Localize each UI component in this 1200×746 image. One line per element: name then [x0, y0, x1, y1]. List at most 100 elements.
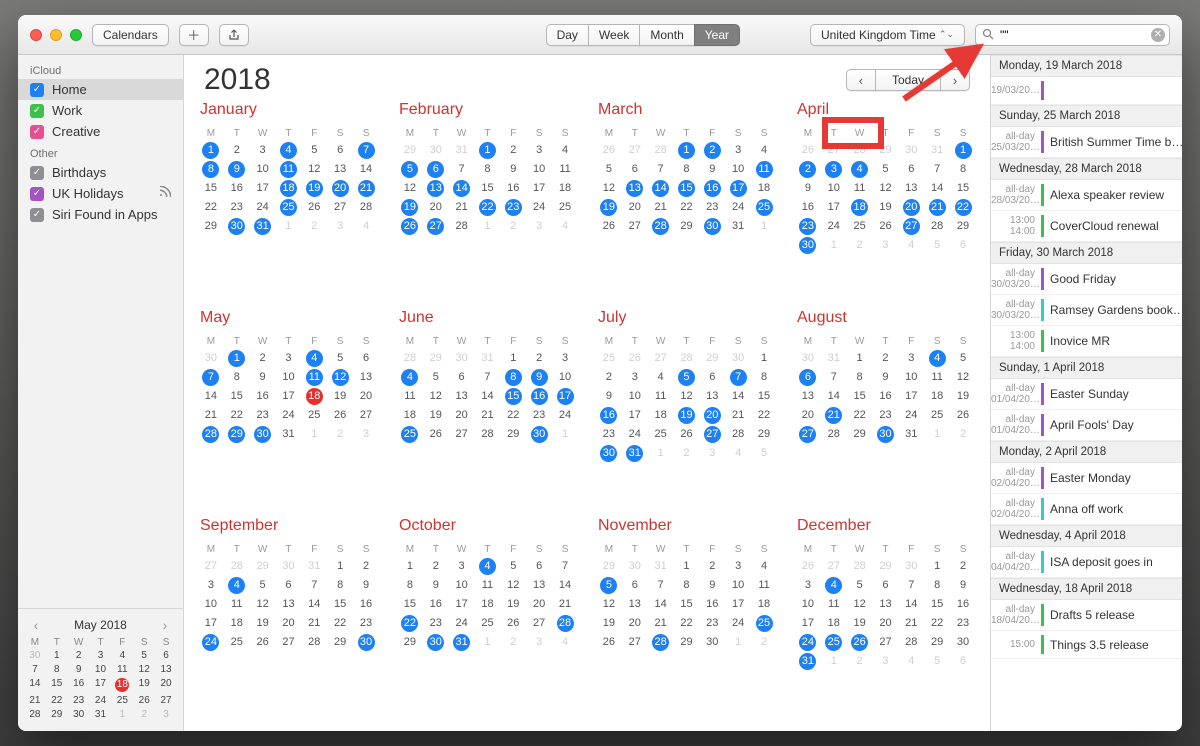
day-cell[interactable]: 9 — [699, 160, 725, 179]
day-cell[interactable]: 26 — [327, 406, 353, 425]
mini-day[interactable]: 15 — [46, 677, 68, 693]
day-cell[interactable]: 7 — [301, 576, 327, 595]
mini-day[interactable]: 19 — [133, 677, 155, 693]
day-cell[interactable]: 22 — [224, 406, 250, 425]
day-cell[interactable]: 27 — [795, 425, 821, 444]
day-cell[interactable]: 1 — [500, 349, 526, 368]
day-cell[interactable]: 14 — [725, 387, 751, 406]
day-cell[interactable]: 23 — [596, 425, 622, 444]
day-cell[interactable]: 10 — [276, 368, 302, 387]
mini-day[interactable]: 20 — [155, 677, 177, 693]
day-cell[interactable]: 24 — [552, 406, 578, 425]
day-cell[interactable]: 1 — [198, 141, 224, 160]
day-cell[interactable]: 5 — [301, 141, 327, 160]
day-cell[interactable]: 31 — [250, 217, 276, 236]
day-cell[interactable]: 3 — [898, 349, 924, 368]
day-cell[interactable]: 17 — [552, 387, 578, 406]
day-cell[interactable]: 3 — [449, 557, 475, 576]
day-cell[interactable]: 18 — [847, 198, 873, 217]
day-cell[interactable]: 28 — [924, 217, 950, 236]
day-cell[interactable]: 19 — [950, 387, 976, 406]
day-cell[interactable]: 12 — [674, 387, 700, 406]
day-cell[interactable]: 2 — [526, 349, 552, 368]
day-cell[interactable]: 10 — [821, 179, 847, 198]
day-cell[interactable]: 22 — [198, 198, 224, 217]
result-item[interactable]: 13:0014:00CoverCloud renewal — [991, 211, 1182, 242]
day-cell[interactable]: 2 — [950, 557, 976, 576]
day-cell[interactable]: 3 — [821, 160, 847, 179]
day-cell[interactable]: 25 — [924, 406, 950, 425]
day-cell[interactable]: 28 — [648, 633, 674, 652]
close-button[interactable] — [30, 29, 42, 41]
day-cell[interactable]: 14 — [552, 576, 578, 595]
day-cell[interactable]: 31 — [898, 425, 924, 444]
day-cell[interactable]: 19 — [500, 595, 526, 614]
day-cell[interactable]: 24 — [898, 406, 924, 425]
mini-day[interactable]: 12 — [133, 663, 155, 676]
mini-day[interactable]: 30 — [68, 708, 90, 721]
day-cell[interactable]: 14 — [198, 387, 224, 406]
day-cell[interactable]: 20 — [622, 198, 648, 217]
timezone-dropdown[interactable]: United Kingdom Time⌃⌄ — [810, 24, 965, 46]
mini-day[interactable]: 13 — [155, 663, 177, 676]
day-cell[interactable]: 24 — [198, 633, 224, 652]
day-cell[interactable]: 2 — [699, 557, 725, 576]
day-cell[interactable]: 8 — [751, 368, 777, 387]
day-cell[interactable]: 11 — [751, 576, 777, 595]
day-cell[interactable]: 6 — [622, 576, 648, 595]
day-cell[interactable]: 9 — [873, 368, 899, 387]
day-cell[interactable]: 6 — [353, 349, 379, 368]
day-cell[interactable]: 23 — [873, 406, 899, 425]
mini-day[interactable]: 5 — [133, 649, 155, 662]
day-cell[interactable]: 29 — [198, 217, 224, 236]
day-cell[interactable]: 7 — [648, 160, 674, 179]
day-cell[interactable]: 30 — [795, 236, 821, 255]
day-cell[interactable]: 14 — [648, 179, 674, 198]
day-cell[interactable]: 19 — [674, 406, 700, 425]
day-cell[interactable]: 9 — [699, 576, 725, 595]
day-cell[interactable]: 17 — [821, 198, 847, 217]
day-cell[interactable]: 29 — [751, 425, 777, 444]
day-cell[interactable]: 13 — [449, 387, 475, 406]
next-year-button[interactable]: › — [940, 69, 970, 91]
day-cell[interactable]: 23 — [423, 614, 449, 633]
mini-day[interactable]: 23 — [68, 694, 90, 707]
result-item[interactable]: all-day01/04/20…April Fools' Day — [991, 410, 1182, 441]
day-cell[interactable]: 4 — [751, 557, 777, 576]
day-cell[interactable]: 13 — [276, 595, 302, 614]
day-cell[interactable]: 19 — [397, 198, 423, 217]
day-cell[interactable]: 21 — [198, 406, 224, 425]
result-item[interactable]: all-day04/04/20…ISA deposit goes in — [991, 547, 1182, 578]
day-cell[interactable]: 2 — [353, 557, 379, 576]
day-cell[interactable]: 21 — [648, 198, 674, 217]
day-cell[interactable]: 28 — [449, 217, 475, 236]
day-cell[interactable]: 13 — [795, 387, 821, 406]
day-cell[interactable]: 23 — [950, 614, 976, 633]
day-cell[interactable]: 25 — [648, 425, 674, 444]
day-cell[interactable]: 1 — [751, 349, 777, 368]
day-cell[interactable]: 13 — [622, 595, 648, 614]
day-cell[interactable]: 29 — [224, 425, 250, 444]
day-cell[interactable]: 28 — [198, 425, 224, 444]
mini-day[interactable]: 8 — [46, 663, 68, 676]
day-cell[interactable]: 4 — [924, 349, 950, 368]
day-cell[interactable]: 14 — [898, 595, 924, 614]
mini-day[interactable]: 25 — [111, 694, 133, 707]
day-cell[interactable]: 27 — [898, 217, 924, 236]
day-cell[interactable]: 5 — [327, 349, 353, 368]
day-cell[interactable]: 13 — [353, 368, 379, 387]
day-cell[interactable]: 16 — [950, 595, 976, 614]
day-cell[interactable]: 28 — [821, 425, 847, 444]
day-cell[interactable]: 28 — [353, 198, 379, 217]
day-cell[interactable]: 31 — [795, 652, 821, 671]
checkbox-icon[interactable] — [30, 166, 44, 180]
mini-day[interactable]: 4 — [111, 649, 133, 662]
sidebar-calendar-item[interactable]: Creative — [18, 121, 183, 142]
result-item[interactable]: 15:00Things 3.5 release — [991, 631, 1182, 659]
day-cell[interactable]: 24 — [725, 198, 751, 217]
result-item[interactable]: all-day02/04/20…Easter Monday — [991, 463, 1182, 494]
day-cell[interactable]: 29 — [674, 217, 700, 236]
day-cell[interactable]: 25 — [821, 633, 847, 652]
day-cell[interactable]: 11 — [821, 595, 847, 614]
day-cell[interactable]: 6 — [449, 368, 475, 387]
